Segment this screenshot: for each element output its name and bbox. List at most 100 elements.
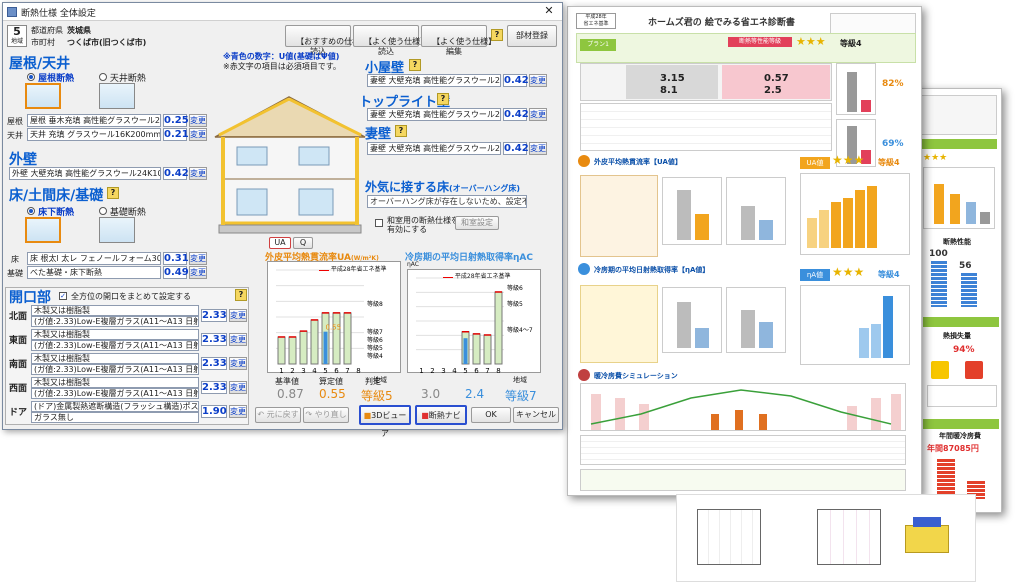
opening-glass-field: (ガ値:2.33)Low-E複層ガラス(A11～A13 日射取得型)	[31, 388, 199, 399]
ceiling-change-button[interactable]: 変更	[189, 128, 207, 141]
grade-label: 等級6	[507, 284, 523, 292]
redo-label: やり直し	[314, 410, 347, 419]
foundation-thumbnail[interactable]	[99, 217, 135, 243]
gable-help-icon[interactable]: ?	[395, 125, 407, 137]
undo-icon: ↶	[257, 410, 265, 419]
opening-row-label: 西面	[9, 384, 28, 394]
report-ua-house	[580, 175, 658, 257]
opening-u-value: 1.90	[201, 405, 227, 418]
close-button[interactable]: ✕	[542, 5, 556, 18]
cancel-button[interactable]: キャンセル	[513, 407, 559, 423]
wasitsu-settings-button[interactable]: 和室設定	[455, 216, 499, 230]
opening-all-checkbox[interactable]: ✓	[59, 292, 67, 300]
report-stars: ★★★	[796, 35, 826, 48]
load-frequent-button[interactable]: 【よく使う仕様】 読込	[353, 25, 428, 56]
gable-change-button[interactable]: 変更	[529, 142, 547, 155]
navi-icon: ■	[421, 411, 429, 420]
opening-change-button[interactable]: 変更	[229, 405, 247, 418]
foundation-change-button[interactable]: 変更	[189, 266, 207, 279]
opening-help-icon[interactable]: ?	[235, 289, 247, 301]
ceiling-insulation-thumbnail[interactable]	[99, 83, 135, 109]
back-cost-yen: 年間87085円	[927, 444, 979, 453]
opening-change-button[interactable]: 変更	[229, 381, 247, 394]
toolbar-help-icon[interactable]: ?	[491, 29, 503, 41]
ceiling-insulation-radio[interactable]	[99, 73, 107, 81]
report-eta-value-1: 8.1	[660, 85, 678, 96]
x-tick-label: 6	[474, 367, 479, 374]
report-eta-bars-2	[726, 287, 786, 353]
toplight-help-icon[interactable]: ?	[437, 93, 449, 105]
ua-foot-value-3: 等級5	[361, 389, 393, 403]
back-loss-icon-2	[965, 361, 983, 379]
x-tick-label: 8	[496, 367, 500, 374]
house-3d-model	[905, 525, 949, 553]
floor-row-label: 床	[11, 255, 19, 264]
opening-u-value: 2.33	[201, 357, 227, 370]
undo-button[interactable]: ↶ 元に戻す	[255, 407, 301, 423]
under-floor-thumbnail[interactable]	[25, 217, 61, 243]
roof-insulation-thumbnail[interactable]	[25, 83, 61, 109]
gable-u-value: 0.42	[503, 142, 529, 155]
tab-ua[interactable]: UA	[269, 237, 291, 249]
opening-glass-field: (ガ値:2.33)Low-E複層ガラス(A11～A13 日射取得型)	[31, 316, 199, 327]
back-cost-bar	[923, 419, 999, 429]
report-eta-section-icon	[578, 263, 590, 275]
under-floor-radio[interactable]	[27, 207, 35, 215]
redo-button[interactable]: ↷ やり直し	[303, 407, 349, 423]
chart-bar-1	[277, 336, 286, 365]
load-recommended-button[interactable]: 【おすすめの仕様】 読込	[285, 25, 368, 56]
x-tick-label: 7	[485, 367, 489, 374]
back-loss-title: 熱損失量	[943, 332, 971, 340]
back-perf-value-1: 100	[929, 249, 948, 259]
tab-q[interactable]: Q	[293, 237, 313, 249]
wasitsu-label: 和室用の断熱仕様を 有効にする	[387, 216, 459, 234]
wasitsu-checkbox[interactable]	[375, 219, 383, 227]
report-sim-chart	[580, 383, 906, 431]
roof-spec-field: 屋根 垂木充填 高性能グラスウール24K200m	[27, 114, 161, 127]
report-ua-value-1: 3.15	[660, 73, 685, 84]
toplight-change-button[interactable]: 変更	[529, 108, 547, 121]
frequent-load-label: 【よく使う仕様】 読込	[364, 37, 429, 56]
ok-button[interactable]: OK	[471, 407, 511, 423]
foundation-row-label: 基礎	[7, 269, 23, 278]
report-page-front: 平成28年 省エネ基準 ホームズ君の 絵でみる省エネ診断書 プラン1 断熱等性能等…	[567, 6, 922, 496]
roof-u-value: 0.25	[163, 114, 189, 127]
floor-change-button[interactable]: 変更	[189, 252, 207, 265]
opening-glass-field: (ガ値:2.33)Low-E複層ガラス(A11～A13 日射取得型)	[31, 340, 199, 351]
pref-label: 都道府県	[31, 26, 63, 35]
chart-bar-7	[483, 334, 492, 365]
redo-icon: ↷	[305, 410, 313, 419]
attic-change-button[interactable]: 変更	[529, 74, 547, 87]
eta-legend: 平成28年省エネ基準	[443, 271, 511, 280]
eta-chart-title-text: 冷房期の平均日射熱取得率ηAC	[405, 253, 533, 263]
opening-change-button[interactable]: 変更	[229, 309, 247, 322]
roof-row-label: 屋根	[7, 117, 23, 126]
edit-frequent-button[interactable]: 【よく使う仕様】 編集	[421, 25, 496, 56]
overhang-section-title: 外気に接する床(オーバーハング床)	[365, 178, 520, 195]
report-ua-bars-2	[726, 177, 786, 245]
opening-change-button[interactable]: 変更	[229, 357, 247, 370]
register-parts-button[interactable]: 部材登録	[507, 25, 557, 47]
report-sim-title: 暖冷房費シミュレーション	[594, 372, 678, 380]
opening-row-label: 北面	[9, 312, 28, 322]
eta-foot-table: 3.0 2.4 等級7	[407, 375, 541, 403]
foundation-radio[interactable]	[99, 207, 107, 215]
wall-change-button[interactable]: 変更	[189, 167, 207, 180]
roof-change-button[interactable]: 変更	[189, 114, 207, 127]
back-loss-icon-1	[931, 361, 949, 379]
report-pct-2: 69%	[882, 139, 904, 149]
toplight-u-value: 0.42	[503, 108, 529, 121]
attic-help-icon[interactable]: ?	[409, 59, 421, 71]
chart-bar-8	[494, 291, 503, 365]
opening-spec-field: 木製又は樹脂製	[31, 305, 199, 316]
x-tick-label: 6	[334, 367, 339, 374]
x-tick-label: 5	[323, 367, 327, 374]
navi-button[interactable]: ■断熱ナビ	[415, 405, 467, 425]
x-tick-label: 8	[356, 367, 360, 374]
report-ua-badge: UA値	[800, 157, 830, 169]
opening-change-button[interactable]: 変更	[229, 333, 247, 346]
view3d-button[interactable]: ■3Dビューア	[359, 405, 411, 438]
roof-insulation-radio[interactable]	[27, 73, 35, 81]
floor-help-icon[interactable]: ?	[107, 187, 119, 199]
ua-foot-value-2: 0.55	[319, 387, 346, 401]
